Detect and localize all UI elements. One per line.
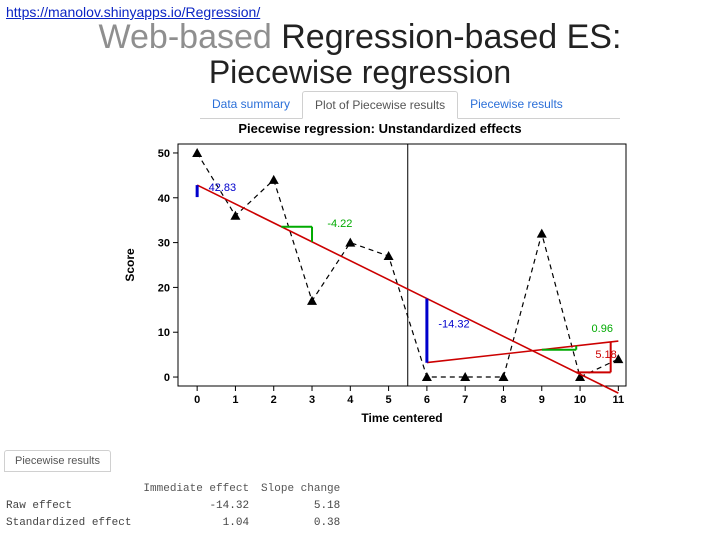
col-slope: Slope change [261,482,350,497]
tab-results-small[interactable]: Piecewise results [4,450,111,472]
svg-text:7: 7 [462,394,468,406]
results-table: Immediate effect Slope change Raw effect… [4,480,352,533]
plot-area: Piecewise regression: Unstandardized eff… [120,121,720,433]
tab-data-summary[interactable]: Data summary [200,91,302,118]
svg-text:40: 40 [158,193,170,205]
svg-text:8: 8 [500,394,506,406]
svg-text:9: 9 [539,394,545,406]
row-label: Raw effect [6,499,141,514]
svg-text:0: 0 [164,372,170,384]
cell-value: 0.38 [261,516,350,531]
svg-text:5.18: 5.18 [595,349,616,361]
svg-text:2: 2 [271,394,277,406]
svg-text:1: 1 [232,394,238,406]
svg-text:50: 50 [158,148,170,160]
title-black: Regression-based ES: [281,18,621,56]
tabs: Data summary Plot of Piecewise results P… [200,91,620,119]
svg-text:6: 6 [424,394,430,406]
svg-text:-14.32: -14.32 [438,319,469,331]
results-header-row: Immediate effect Slope change [6,482,350,497]
svg-text:Time centered: Time centered [361,411,442,425]
table-row: Raw effect -14.32 5.18 [6,499,350,514]
subtitle: Piecewise regression [0,56,720,90]
svg-text:-4.22: -4.22 [327,218,352,230]
page-title: Web-based Regression-based ES: Piecewise… [0,20,720,89]
svg-text:10: 10 [574,394,586,406]
tab-piecewise-results[interactable]: Piecewise results [458,91,575,118]
cell-value: 5.18 [261,499,350,514]
tab-plot-piecewise[interactable]: Plot of Piecewise results [302,91,458,119]
svg-text:0.96: 0.96 [592,324,613,336]
plot-title: Piecewise regression: Unstandardized eff… [120,121,640,136]
row-label: Standardized effect [6,516,141,531]
regression-plot: 0 1 2 3 4 5 6 7 8 9 10 11 0 10 20 30 40 50 Time centered Sc… [120,138,640,428]
svg-text:4: 4 [347,394,354,406]
svg-text:42.83: 42.83 [209,182,237,194]
svg-text:Score: Score [123,248,137,282]
svg-text:30: 30 [158,238,170,250]
svg-text:20: 20 [158,283,170,295]
svg-text:10: 10 [158,328,170,340]
svg-text:0: 0 [194,394,200,406]
col-immediate: Immediate effect [143,482,259,497]
table-row: Standardized effect 1.04 0.38 [6,516,350,531]
title-grey: Web-based [99,18,282,56]
svg-text:3: 3 [309,394,315,406]
svg-text:11: 11 [613,394,625,406]
cell-value: 1.04 [143,516,259,531]
svg-text:5: 5 [386,394,392,406]
cell-value: -14.32 [143,499,259,514]
